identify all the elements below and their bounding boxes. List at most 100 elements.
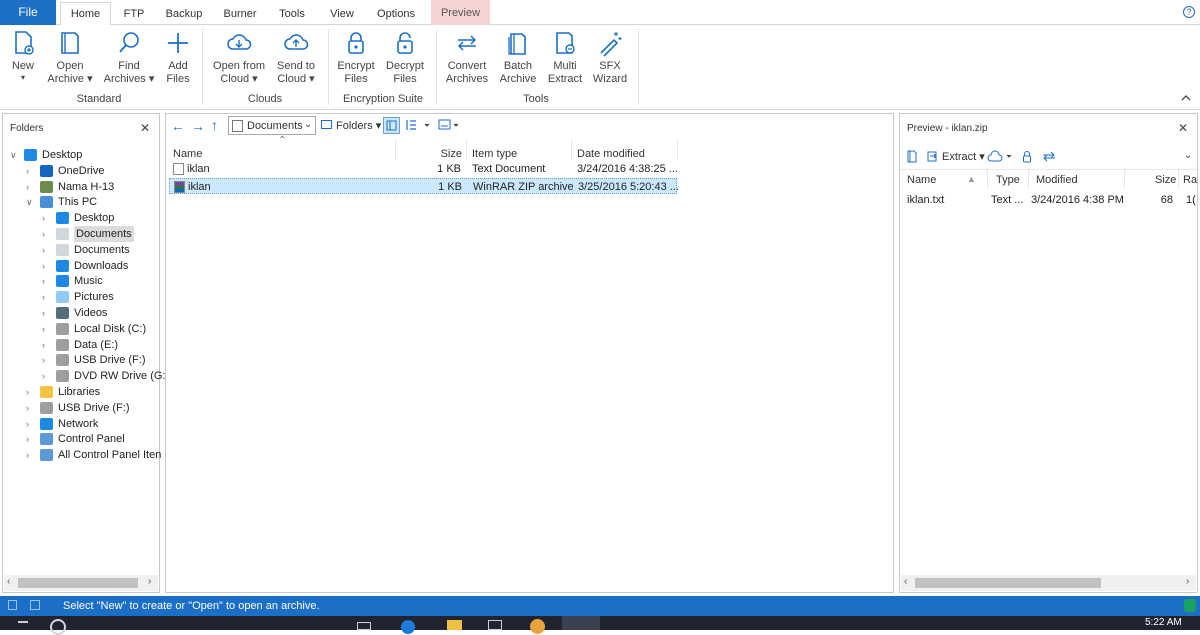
tab-home[interactable]: Home [60,2,111,26]
scroll-left-icon[interactable]: ‹ [7,576,10,587]
start-icon[interactable] [18,621,28,630]
chevron-right-icon[interactable]: › [26,400,36,416]
open-from-cloud-button[interactable]: Open from Cloud ▾ [210,29,268,86]
column-divider[interactable] [571,140,572,160]
tab-view[interactable]: View [324,3,360,25]
preview-convert-button[interactable] [1041,150,1057,163]
folders-hscrollbar[interactable]: ‹ › [4,575,158,591]
store-icon[interactable] [488,620,502,630]
column-header-date[interactable]: Date modified [577,148,645,160]
decrypt-files-button[interactable]: Decrypt Files [383,29,427,86]
table-row[interactable]: iklan 1 KB Text Document 3/24/2016 4:38:25 … [169,161,677,177]
preview-cloud-button[interactable] [987,150,1015,163]
chevron-right-icon[interactable]: › [26,447,36,463]
multi-extract-button[interactable]: Multi Extract [544,29,586,86]
preview-hscrollbar[interactable]: ‹ › [901,575,1196,591]
tab-backup[interactable]: Backup [160,3,208,25]
view-options-button[interactable] [405,118,431,132]
forward-button[interactable]: → [191,118,205,134]
up-arrow-icon: ↑ [211,117,218,133]
column-divider[interactable] [1124,168,1125,188]
chevron-right-icon[interactable]: › [42,242,52,258]
preview-open-button[interactable] [906,150,918,163]
scrollbar-thumb[interactable] [915,578,1101,588]
scroll-right-icon[interactable]: › [1186,576,1189,587]
details-view-button[interactable] [383,117,400,134]
chevron-right-icon[interactable]: › [42,258,52,274]
tab-file[interactable]: File [0,0,56,25]
encrypt-files-button[interactable]: Encrypt Files [334,29,378,86]
chrome-browser-icon[interactable] [530,619,545,634]
tab-ftp[interactable]: FTP [116,3,152,25]
chevron-right-icon[interactable]: › [42,352,52,368]
scroll-right-icon[interactable]: › [148,576,151,587]
preview-column-name[interactable]: Name [907,174,936,186]
file-explorer-icon[interactable] [447,620,462,630]
folders-close-icon[interactable]: ✕ [140,121,150,135]
chevron-down-icon[interactable]: ∨ [10,147,20,163]
chevron-right-icon[interactable]: › [42,368,52,384]
chevron-right-icon[interactable]: › [42,321,52,337]
tab-tools[interactable]: Tools [272,3,312,25]
preview-column-type[interactable]: Type [996,174,1020,186]
tab-preview[interactable]: Preview [431,0,490,25]
new-button[interactable]: New ▾ [6,29,40,83]
help-icon[interactable]: ? [1183,6,1195,18]
chevron-right-icon[interactable]: › [42,305,52,321]
address-bar[interactable]: Documents ⌄ [228,116,316,135]
chevron-right-icon[interactable]: › [26,384,36,400]
taskbar-clock[interactable]: 5:22 AM [1145,617,1182,628]
column-divider[interactable] [466,140,467,160]
column-divider[interactable] [987,168,988,188]
add-files-button[interactable]: Add Files [160,29,196,86]
sfx-wizard-button[interactable]: SFX Wizard [590,29,630,86]
chevron-down-icon[interactable]: ∨ [26,194,36,210]
chevron-right-icon[interactable]: › [42,337,52,353]
new-dropdown-arrow[interactable]: ▾ [6,73,40,83]
column-divider[interactable] [677,140,678,160]
winzip-taskbar-item[interactable] [562,616,600,630]
tab-options[interactable]: Options [370,3,422,25]
lock-status-icon[interactable] [8,600,17,610]
edge-browser-icon[interactable] [401,620,415,634]
chevron-right-icon[interactable]: › [42,210,52,226]
list-item[interactable]: iklan.txt Text ... 3/24/2016 4:38 PM 68 1( [903,192,1196,208]
preview-column-ratio[interactable]: Ra [1183,174,1197,186]
preview-column-modified[interactable]: Modified [1036,174,1078,186]
chevron-right-icon[interactable]: › [26,416,36,432]
chevron-right-icon[interactable]: › [26,179,36,195]
back-button[interactable]: ← [171,118,185,134]
open-archive-button[interactable]: Open Archive ▾ [44,29,96,86]
preview-column-size[interactable]: Size [1155,174,1176,186]
preview-close-icon[interactable]: ✕ [1178,121,1188,135]
chevron-right-icon[interactable]: › [42,289,52,305]
column-divider[interactable] [395,140,396,160]
convert-archives-button[interactable]: Convert Archives [442,29,492,86]
column-divider[interactable] [1178,168,1179,188]
tab-burner[interactable]: Burner [218,3,262,25]
up-button[interactable]: ↑ [211,117,218,133]
collapse-ribbon-icon[interactable] [1180,93,1194,105]
table-row[interactable]: iklan 1 KB WinRAR ZIP archive 3/25/2016 5:2… [169,178,678,194]
folder-tree-label: Documents [74,243,130,256]
task-view-icon[interactable] [357,622,371,630]
chevron-right-icon[interactable]: › [26,431,36,447]
preview-pane-toggle[interactable] [438,118,462,132]
address-dropdown-icon[interactable]: ⌄ [304,119,312,130]
send-to-cloud-button[interactable]: Send to Cloud ▾ [270,29,322,86]
chevron-right-icon[interactable]: › [42,273,52,289]
scrollbar-thumb[interactable] [18,578,138,588]
scroll-left-icon[interactable]: ‹ [904,576,907,587]
column-header-type[interactable]: Item type [472,148,517,160]
chevron-right-icon[interactable]: › [26,163,36,179]
panel-toggle-icon[interactable] [30,600,40,610]
batch-archive-button[interactable]: Batch Archive [496,29,540,86]
column-header-name[interactable]: Name [173,148,202,160]
column-divider[interactable] [1028,168,1029,188]
column-header-size[interactable]: Size [440,148,462,160]
chevron-right-icon[interactable]: › [42,226,52,242]
preview-toolbar-overflow-icon[interactable]: ⌄ [1184,150,1192,161]
search-icon[interactable] [50,619,66,635]
preview-lock-button[interactable] [1021,150,1033,163]
find-archives-button[interactable]: Find Archives ▾ [102,29,156,86]
